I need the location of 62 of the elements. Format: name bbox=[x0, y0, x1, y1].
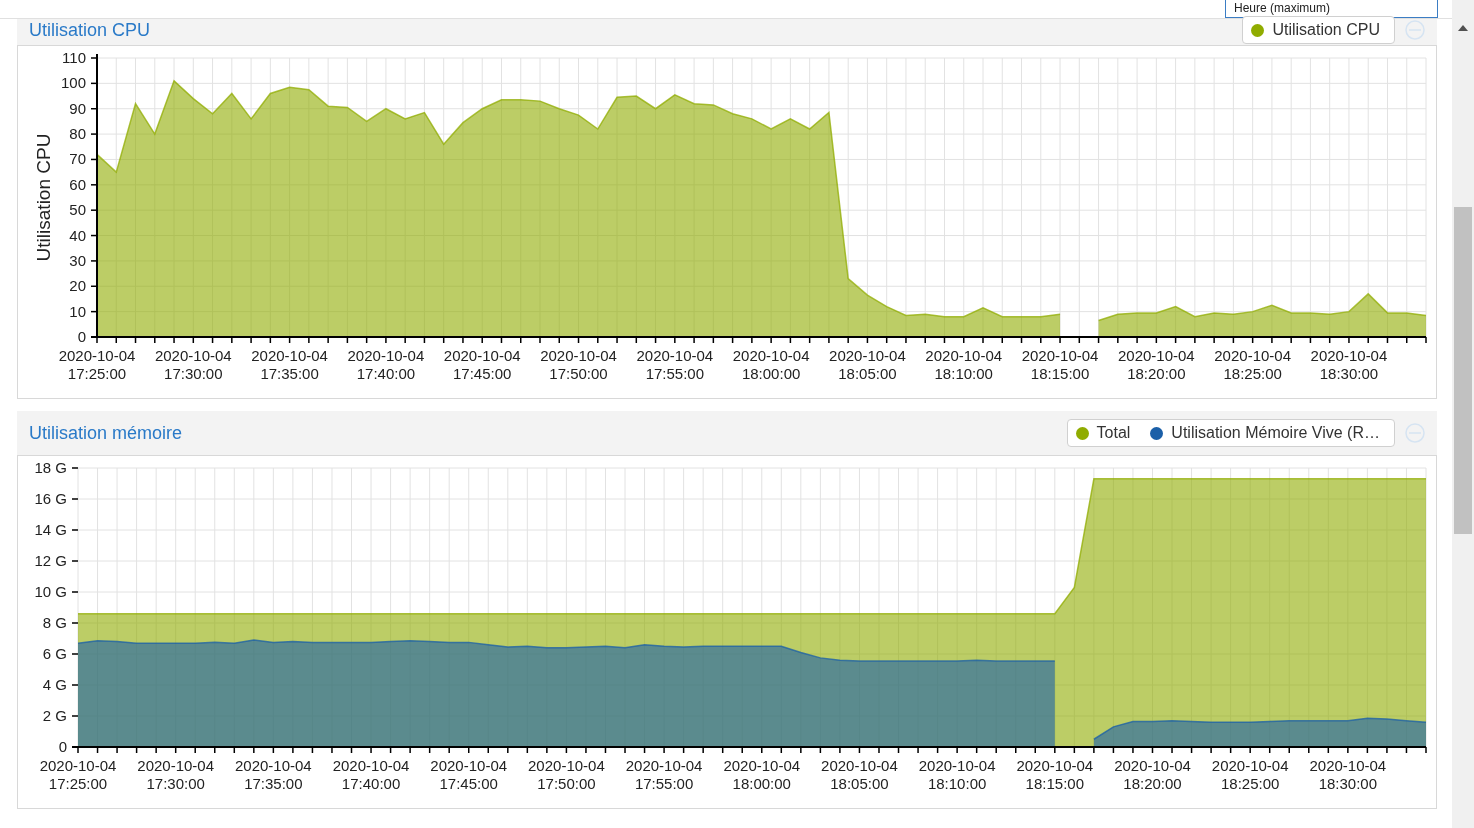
x-tick-label: 2020-10-04 18:25:00 bbox=[1211, 757, 1289, 792]
x-tick-label: 2020-10-04 18:15:00 bbox=[1021, 347, 1099, 382]
x-tick-label: 2020-10-04 17:45:00 bbox=[443, 347, 521, 382]
y-axis-title: Utilisation CPU bbox=[33, 133, 54, 262]
y-tick-label: 80 bbox=[69, 125, 86, 143]
x-tick-label: 2020-10-04 18:25:00 bbox=[1214, 347, 1291, 382]
x-tick-label: 2020-10-04 17:35:00 bbox=[235, 757, 312, 792]
y-tick-label: 110 bbox=[62, 49, 86, 66]
x-tick-label: 2020-10-04 17:55:00 bbox=[625, 757, 703, 792]
panel-title: Utilisation mémoire bbox=[29, 422, 183, 444]
x-tick-label: 2020-10-04 18:20:00 bbox=[1118, 347, 1195, 382]
y-tick-label: 100 bbox=[60, 74, 86, 92]
x-tick-label: 2020-10-04 17:35:00 bbox=[251, 347, 328, 382]
x-tick-label: 2020-10-04 18:00:00 bbox=[723, 757, 801, 792]
collapse-icon[interactable] bbox=[1405, 423, 1425, 443]
y-tick-label: 2 G bbox=[42, 707, 67, 724]
legend-label[interactable]: Utilisation Mémoire Vive (R… bbox=[1171, 424, 1380, 442]
x-tick-label: 2020-10-04 18:10:00 bbox=[918, 757, 996, 792]
y-tick-label: 60 bbox=[69, 175, 86, 193]
x-tick-label: 2020-10-04 17:30:00 bbox=[137, 757, 215, 792]
dropdown[interactable]: Heure (maximum) bbox=[1225, 0, 1438, 18]
y-tick-label: 10 G bbox=[34, 583, 67, 600]
y-tick-label: 50 bbox=[69, 201, 86, 219]
scrollbar-thumb[interactable] bbox=[1454, 207, 1472, 534]
y-tick-label: 30 bbox=[69, 251, 86, 269]
scroll-up-icon[interactable] bbox=[1458, 25, 1468, 31]
y-tick-label: 4 G bbox=[42, 676, 67, 693]
x-tick-label: 2020-10-04 18:20:00 bbox=[1114, 757, 1191, 792]
y-tick-label: 6 G bbox=[42, 645, 67, 662]
x-tick-label: 2020-10-04 18:05:00 bbox=[821, 757, 898, 792]
legend-label[interactable]: Utilisation CPU bbox=[1272, 21, 1380, 39]
x-tick-label: 2020-10-04 17:25:00 bbox=[39, 757, 117, 792]
x-tick-label: 2020-10-04 17:45:00 bbox=[430, 757, 508, 792]
x-tick-label: 2020-10-04 17:40:00 bbox=[347, 347, 425, 382]
collapse-icon[interactable] bbox=[1405, 20, 1425, 40]
y-tick-label: 0 bbox=[58, 738, 67, 755]
panel-title: Utilisation CPU bbox=[29, 19, 151, 41]
scrollbar[interactable] bbox=[1452, 0, 1474, 828]
y-tick-label: 16 G bbox=[34, 490, 67, 507]
y-tick-label: 10 bbox=[69, 302, 86, 320]
x-tick-label: 2020-10-04 18:05:00 bbox=[829, 347, 906, 382]
x-tick-label: 2020-10-04 18:30:00 bbox=[1309, 757, 1387, 792]
y-tick-label: 8 G bbox=[42, 614, 67, 631]
x-tick-label: 2020-10-04 17:30:00 bbox=[154, 347, 232, 382]
y-tick-label: 0 bbox=[77, 328, 86, 345]
y-tick-label: 12 G bbox=[34, 552, 67, 569]
x-tick-label: 2020-10-04 17:25:00 bbox=[58, 347, 136, 382]
x-tick-label: 2020-10-04 17:50:00 bbox=[540, 347, 617, 382]
x-tick-label: 2020-10-04 18:00:00 bbox=[732, 347, 810, 382]
x-tick-label: 2020-10-04 18:15:00 bbox=[1016, 757, 1094, 792]
legend-label[interactable]: Total bbox=[1096, 424, 1131, 442]
y-tick-label: 20 bbox=[69, 277, 86, 295]
y-tick-label: 40 bbox=[69, 226, 86, 244]
x-tick-label: 2020-10-04 17:40:00 bbox=[332, 757, 410, 792]
x-tick-label: 2020-10-04 18:10:00 bbox=[925, 347, 1003, 382]
y-tick-label: 90 bbox=[69, 99, 86, 117]
y-tick-label: 70 bbox=[69, 150, 86, 168]
y-tick-label: 14 G bbox=[34, 521, 67, 538]
y-tick-label: 18 G bbox=[34, 459, 67, 476]
x-tick-label: 2020-10-04 17:55:00 bbox=[636, 347, 714, 382]
x-tick-label: 2020-10-04 18:30:00 bbox=[1310, 347, 1388, 382]
x-tick-label: 2020-10-04 17:50:00 bbox=[528, 757, 605, 792]
